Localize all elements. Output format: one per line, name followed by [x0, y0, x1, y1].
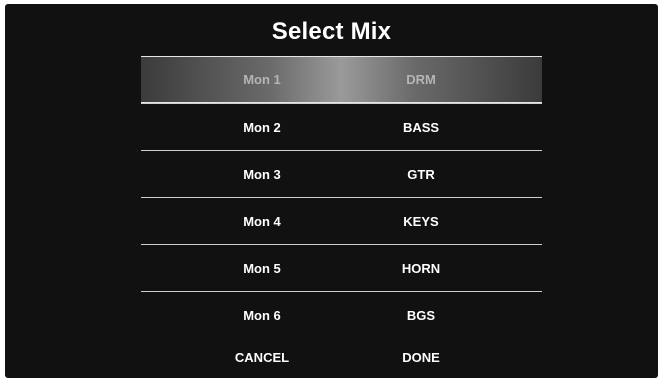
mix-row-1[interactable]: Mon 1 DRM — [141, 56, 542, 103]
mix-name-label: BGS — [406, 307, 436, 323]
select-mix-dialog: Select Mix Mon 1 DRM Mon 2 BASS Mon 3 GT… — [5, 4, 658, 378]
mix-row-3[interactable]: Mon 3 GTR — [141, 150, 542, 197]
mix-name-label: GTR — [407, 166, 435, 182]
mix-row-5[interactable]: Mon 5 HORN — [141, 244, 542, 291]
mix-monitor-label: Mon 2 — [243, 119, 281, 135]
done-button[interactable]: DONE — [386, 344, 456, 372]
mix-list: Mon 1 DRM Mon 2 BASS Mon 3 GTR Mon 4 KEY… — [141, 56, 542, 338]
mix-name-label: HORN — [401, 260, 441, 276]
mix-name-label: BASS — [402, 119, 440, 135]
mix-monitor-label: Mon 6 — [243, 307, 281, 323]
dialog-footer: CANCEL DONE — [141, 344, 542, 372]
mix-row-6[interactable]: Mon 6 BGS — [141, 291, 542, 338]
mix-monitor-label: Mon 1 — [243, 72, 281, 87]
mix-monitor-label: Mon 3 — [243, 166, 281, 182]
cancel-button[interactable]: CANCEL — [217, 344, 307, 372]
mix-name-label: KEYS — [403, 213, 439, 229]
mix-row-2[interactable]: Mon 2 BASS — [141, 103, 542, 150]
mix-monitor-label: Mon 4 — [243, 213, 281, 229]
mix-name-label: DRM — [406, 72, 436, 87]
mix-monitor-label: Mon 5 — [243, 260, 281, 276]
mix-row-4[interactable]: Mon 4 KEYS — [141, 197, 542, 244]
page-title: Select Mix — [271, 18, 392, 45]
